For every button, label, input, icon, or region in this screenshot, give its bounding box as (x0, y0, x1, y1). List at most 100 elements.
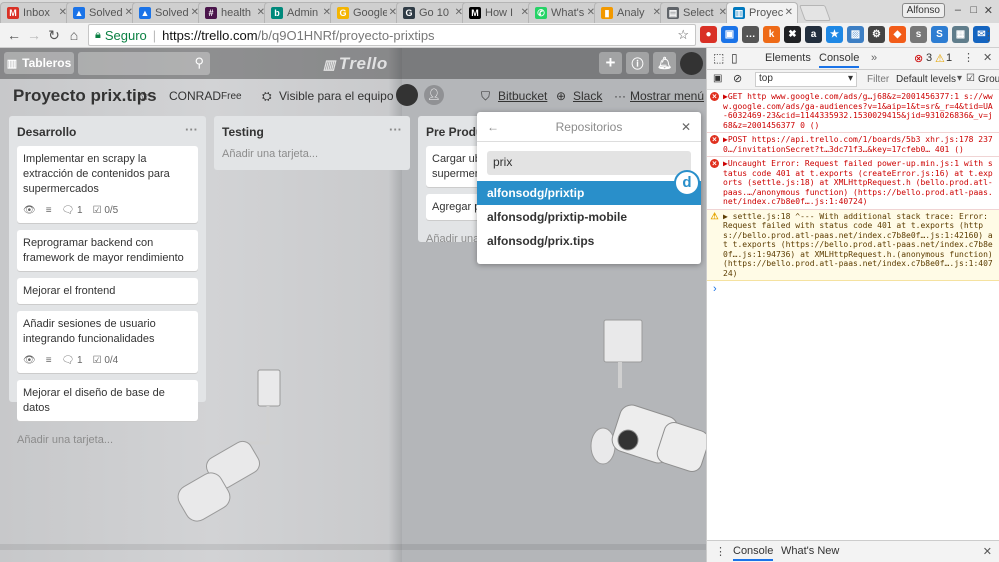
board-header: Proyecto prix.tips ☆ CONRAD Free ⛭ Visib… (0, 80, 706, 110)
member-avatar[interactable] (396, 84, 418, 106)
browser-tab[interactable]: M Inbox ✕ (0, 2, 72, 23)
drawer-menu-icon[interactable]: ⋮ (715, 545, 726, 558)
back-icon[interactable]: ← (4, 27, 24, 43)
address-bar[interactable]: 🔒︎ Seguro | https://trello.com/b/q9O1HNR… (88, 24, 696, 46)
forward-icon[interactable]: → (24, 27, 44, 43)
back-arrow-icon[interactable]: ← (487, 112, 499, 142)
group-checkbox[interactable]: ☑ (966, 73, 975, 84)
extension-star-icon[interactable]: ★ (826, 26, 843, 43)
bookmark-star-icon[interactable]: ☆ (677, 27, 689, 43)
extension-screen-icon[interactable]: ▨ (847, 26, 864, 43)
drawer-tab-whats-new[interactable]: What's New (781, 545, 839, 557)
device-toolbar-icon[interactable]: ▯ (731, 51, 738, 65)
devtools-close-icon[interactable]: ✕ (983, 51, 992, 64)
extension-k-icon[interactable]: k (763, 26, 780, 43)
list-title[interactable]: Testing (222, 125, 264, 139)
extension-sub-icon[interactable]: s (910, 26, 927, 43)
chrome-menu-icon[interactable]: ⋮ (982, 28, 995, 44)
error-count[interactable]: 3 (926, 52, 932, 64)
floating-d-badge-icon[interactable]: d (674, 170, 700, 196)
repo-search-input[interactable]: prix (487, 151, 691, 175)
filter-input[interactable]: Filter (867, 74, 889, 85)
browser-tab[interactable]: b Admin ✕ (264, 2, 336, 23)
card[interactable]: Añadir sesiones de usuario integrando fu… (17, 311, 198, 373)
maximize-icon[interactable]: □ (970, 4, 977, 16)
browser-tab[interactable]: ▥ Proyec ✕ (726, 2, 798, 23)
browser-tab[interactable]: # health ✕ (198, 2, 270, 23)
drawer-close-icon[interactable]: ✕ (983, 545, 992, 558)
browser-tab[interactable]: ▮ Analy ✕ (594, 2, 666, 23)
tab-console[interactable]: Console (819, 52, 860, 68)
avatar[interactable] (680, 52, 703, 75)
boards-button[interactable]: ▥ Tableros (4, 52, 74, 74)
browser-tab[interactable]: G Google ✕ (330, 2, 402, 23)
browser-tab[interactable]: ▤ Select ✕ (660, 2, 732, 23)
trello-logo[interactable]: ▥ Trello (323, 54, 388, 74)
close-icon[interactable]: ✕ (681, 112, 691, 142)
extension-red-icon[interactable]: ● (700, 26, 717, 43)
browser-tab-strip: M Inbox ✕ ▲ Solved ✕ ▲ Solved ✕ # health ✕ b Admin ✕ G G… (0, 0, 999, 23)
console-error[interactable]: × ▶Uncaught Error: Request failed power-u… (707, 157, 999, 210)
console-prompt[interactable]: › (707, 281, 999, 297)
add-card-button[interactable]: Añadir una tarjeta... (222, 146, 402, 166)
list-menu-icon[interactable]: ··· (185, 122, 198, 137)
home-icon[interactable]: ⌂ (64, 27, 84, 43)
browser-tab[interactable]: G Go 10 ✕ (396, 2, 468, 23)
more-tabs-icon[interactable]: » (871, 52, 877, 64)
list-menu-icon[interactable]: ··· (389, 122, 402, 137)
card[interactable]: Mejorar el diseño de base de datos (17, 380, 198, 421)
extension-docs-icon[interactable]: ▣ (721, 26, 738, 43)
levels-select[interactable]: Default levels (896, 74, 956, 85)
minimize-icon[interactable]: – (955, 4, 961, 16)
warning-count[interactable]: 1 (946, 52, 952, 64)
add-card-button[interactable]: Añadir una tarjeta... (17, 428, 198, 452)
sidebar-toggle-icon[interactable]: ▣ (713, 73, 722, 84)
new-tab-button[interactable] (799, 5, 831, 21)
console-error[interactable]: × ▶GET http www.google.com/ads/g…j68&z=20… (707, 90, 999, 133)
clear-console-icon[interactable]: ⊘ (733, 72, 742, 85)
visibility-button[interactable]: Visible para el equipo (279, 89, 394, 103)
list-title[interactable]: Desarrollo (17, 125, 76, 139)
extension-lastpass-icon[interactable]: … (742, 26, 759, 43)
card[interactable]: Mejorar el frontend (17, 278, 198, 304)
extension-brave-icon[interactable]: ◆ (889, 26, 906, 43)
profile-button[interactable]: Alfonso (901, 3, 945, 18)
show-menu-button[interactable]: Mostrar menú (630, 89, 704, 103)
tab-favicon-icon: b (271, 7, 283, 19)
drawer-tab-console[interactable]: Console (733, 545, 774, 561)
repo-option[interactable]: alfonsodg/prixtip-mobile (477, 205, 701, 229)
tab-close-icon[interactable]: ✕ (782, 7, 793, 18)
browser-tab[interactable]: ✆ What's ✕ (528, 2, 600, 23)
info-icon[interactable]: ⓘ (626, 52, 649, 74)
reload-icon[interactable]: ↻ (44, 27, 64, 44)
console-warning[interactable]: ⚠ ▶ settle.js:18 ^--- With additional sta… (707, 209, 999, 281)
bitbucket-powerup[interactable]: Bitbucket (498, 89, 547, 103)
tab-elements[interactable]: Elements (765, 52, 811, 64)
extension-s-icon[interactable]: S (931, 26, 948, 43)
devtools-menu-icon[interactable]: ⋮ (963, 51, 974, 64)
repo-option[interactable]: alfonsodg/prix.tips (477, 229, 701, 253)
extension-code-icon[interactable]: ⚙ (868, 26, 885, 43)
team-name[interactable]: CONRAD (169, 89, 221, 103)
notifications-bell-icon[interactable]: 🔔︎ (653, 52, 676, 74)
board-title[interactable]: Proyecto prix.tips (13, 86, 157, 106)
extension-x-icon[interactable]: ✖ (784, 26, 801, 43)
card[interactable]: Implementar en scrapy la extracción de c… (17, 146, 198, 223)
close-window-icon[interactable]: ✕ (984, 4, 993, 17)
extension-amazon-icon[interactable]: a (805, 26, 822, 43)
tab-title: Inbox (23, 7, 50, 19)
console-error[interactable]: × ▶POST https://api.trello.com/1/boards/5… (707, 133, 999, 157)
repo-option[interactable]: alfonsodg/prixtip (477, 181, 701, 205)
extension-cal-icon[interactable]: ▦ (952, 26, 969, 43)
browser-tab[interactable]: ▲ Solved ✕ (132, 2, 204, 23)
invite-member-icon[interactable]: 👤︎ (424, 85, 444, 105)
inspect-element-icon[interactable]: ⬚ (713, 51, 724, 65)
star-board-icon[interactable]: ☆ (139, 89, 150, 103)
slack-powerup[interactable]: Slack (573, 89, 602, 103)
browser-tab[interactable]: M How I ✕ (462, 2, 534, 23)
context-select[interactable]: top ▾ (755, 72, 857, 87)
card[interactable]: Reprogramar backend con framework de may… (17, 230, 198, 271)
trello-search-input[interactable]: ⚲ (78, 52, 210, 75)
add-icon[interactable]: + (599, 52, 622, 74)
browser-tab[interactable]: ▲ Solved ✕ (66, 2, 138, 23)
